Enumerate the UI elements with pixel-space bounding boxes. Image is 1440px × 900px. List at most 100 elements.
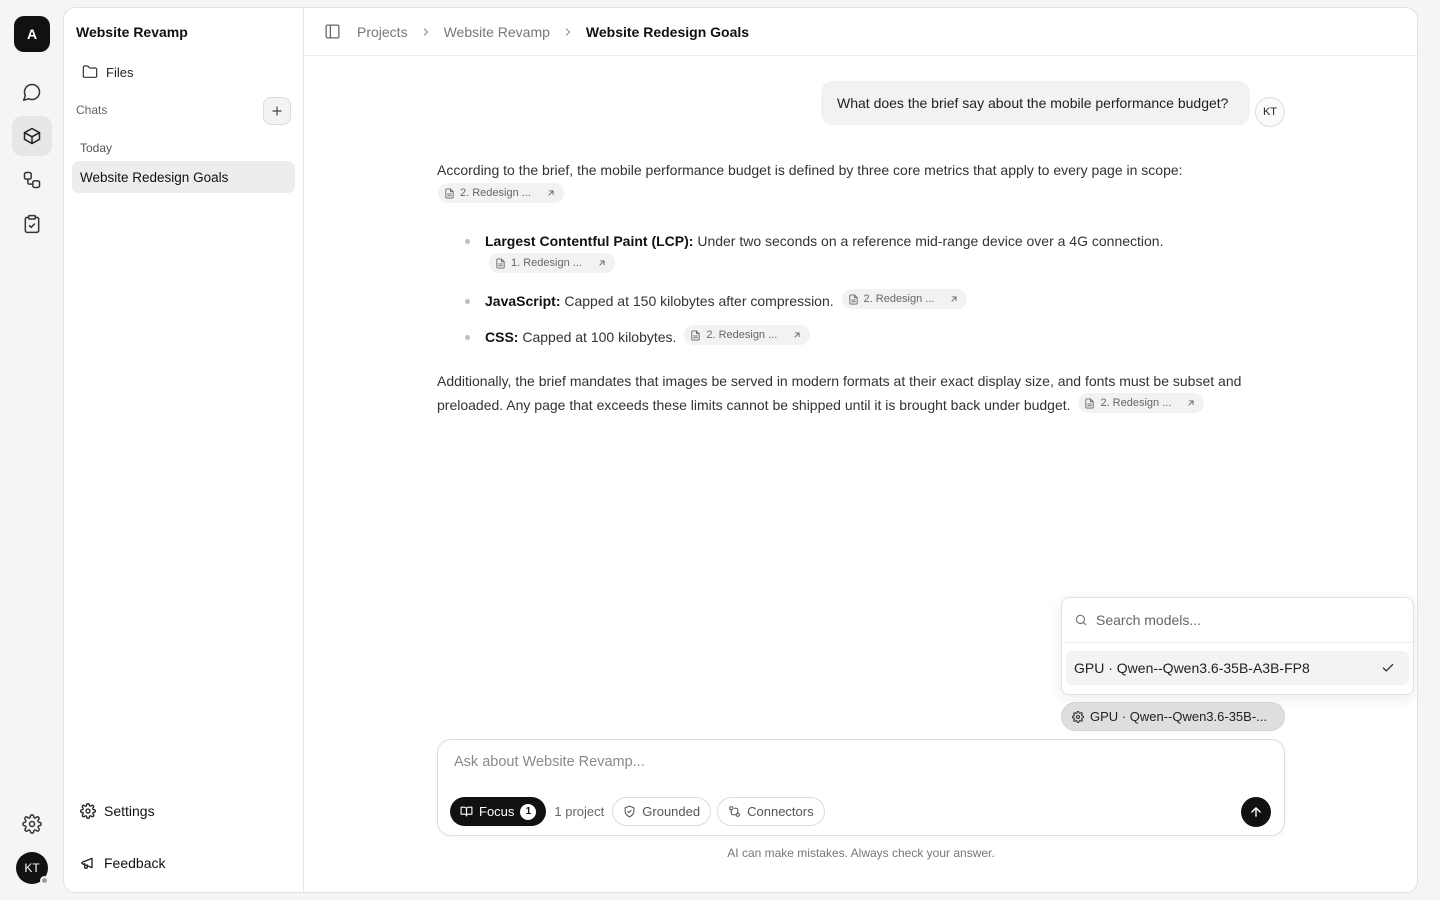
- list-item: Largest Contentful Paint (LCP): Under tw…: [465, 229, 1277, 277]
- grounded-label: Grounded: [642, 804, 701, 819]
- connectors-button[interactable]: Connectors: [717, 797, 825, 826]
- breadcrumb-project[interactable]: Website Revamp: [444, 24, 550, 40]
- app-logo[interactable]: A: [14, 16, 50, 52]
- chats-section-label: Chats: [76, 103, 108, 117]
- citation-chip[interactable]: 2. Redesign ...: [841, 289, 968, 309]
- bullet-text: Capped at 150 kilobytes after compressio…: [564, 292, 834, 309]
- document-icon: [848, 293, 859, 305]
- user-initials: KT: [24, 861, 40, 875]
- message-composer: Focus 1 1 project Grounded Connectors: [437, 739, 1285, 836]
- megaphone-icon: [80, 855, 96, 871]
- external-link-icon: [949, 294, 959, 304]
- model-search-input[interactable]: [1096, 612, 1386, 628]
- workflow-icon: [22, 170, 42, 190]
- model-chip-label: GPU · Qwen--Qwen3.6-35B-...: [1090, 709, 1267, 724]
- citation-label: 2. Redesign ...: [706, 329, 778, 341]
- user-avatar-button[interactable]: KT: [16, 852, 49, 885]
- model-option-label: GPU · Qwen--Qwen3.6-35B-A3B-FP8: [1074, 660, 1310, 676]
- connectors-label: Connectors: [747, 804, 814, 819]
- ai-disclaimer: AI can make mistakes. Always check your …: [727, 846, 995, 860]
- document-icon: [1084, 397, 1095, 409]
- sidebar-toggle-icon[interactable]: [324, 23, 341, 40]
- citation-label: 1. Redesign ...: [511, 257, 582, 269]
- folder-icon: [82, 64, 98, 80]
- chevron-right-icon: [562, 26, 574, 38]
- focus-count-badge: 1: [520, 803, 537, 820]
- project-sidebar: Website Revamp Files Chats Today Website…: [64, 8, 304, 892]
- model-picker-dropdown: GPU · Qwen--Qwen3.6-35B-A3B-FP8: [1061, 597, 1414, 695]
- book-open-icon: [460, 805, 473, 818]
- settings-link[interactable]: Settings: [80, 800, 155, 822]
- external-link-icon: [597, 258, 607, 268]
- grounded-toggle[interactable]: Grounded: [612, 797, 712, 826]
- breadcrumb: Projects Website Revamp Website Redesign…: [357, 24, 749, 40]
- document-icon: [495, 257, 506, 269]
- user-message-bubble: What does the brief say about the mobile…: [821, 81, 1250, 125]
- chip-gear-icon: [1072, 710, 1084, 723]
- files-label: Files: [106, 64, 134, 80]
- check-icon: [1381, 661, 1395, 675]
- date-group-label: Today: [80, 141, 113, 155]
- rail-workflows-button[interactable]: [12, 160, 52, 200]
- focus-button[interactable]: Focus 1: [450, 797, 547, 826]
- rail-tasks-button[interactable]: [12, 204, 52, 244]
- focus-label: Focus: [479, 804, 515, 819]
- model-selector-button[interactable]: GPU · Qwen--Qwen3.6-35B-...: [1061, 702, 1285, 731]
- document-icon: [690, 329, 701, 341]
- document-icon: [444, 187, 455, 199]
- chevron-right-icon: [420, 26, 432, 38]
- rail-settings-button[interactable]: [12, 804, 52, 844]
- list-item: CSS: Capped at 100 kilobytes. 2. Redesig…: [465, 325, 1277, 349]
- composer-toolbar: Focus 1 1 project Grounded Connectors: [450, 797, 825, 826]
- feedback-link[interactable]: Feedback: [80, 852, 165, 874]
- citation-chip[interactable]: 2. Redesign ...: [1078, 393, 1205, 413]
- answer-bullet-list: Largest Contentful Paint (LCP): Under tw…: [465, 229, 1277, 349]
- citation-chip[interactable]: 2. Redesign ...: [438, 183, 564, 203]
- answer-intro-text: According to the brief, the mobile perfo…: [437, 162, 1183, 178]
- settings-label: Settings: [104, 803, 155, 819]
- breadcrumb-current-chat: Website Redesign Goals: [585, 23, 750, 40]
- bullet-text: Under two seconds on a reference mid-ran…: [697, 232, 1164, 249]
- citation-chip[interactable]: 1. Redesign ...: [489, 253, 615, 273]
- model-search-row: [1062, 598, 1413, 643]
- gear-icon: [80, 803, 96, 819]
- user-initials: KT: [1262, 106, 1278, 118]
- rail-chat-button[interactable]: [12, 72, 52, 112]
- presence-status-dot: [40, 876, 49, 885]
- citation-chip[interactable]: 2. Redesign ...: [684, 325, 811, 345]
- message-circle-icon: [22, 82, 42, 102]
- new-chat-button[interactable]: [263, 97, 291, 125]
- bullet-label: CSS:: [485, 328, 519, 345]
- citation-label: 2. Redesign ...: [460, 187, 531, 199]
- assistant-answer: According to the brief, the mobile perfo…: [437, 158, 1277, 417]
- icon-rail: A KT: [0, 0, 64, 900]
- files-link[interactable]: Files: [76, 60, 286, 84]
- search-icon: [1074, 613, 1088, 627]
- top-header: Projects Website Revamp Website Redesign…: [304, 8, 1417, 56]
- project-count-label: 1 project: [554, 804, 605, 819]
- external-link-icon: [792, 330, 802, 340]
- citation-label: 2. Redesign ...: [1100, 397, 1172, 409]
- external-link-icon: [546, 188, 556, 198]
- cube-icon: [22, 126, 42, 146]
- user-message-text: What does the brief say about the mobile…: [837, 95, 1229, 111]
- answer-intro: According to the brief, the mobile perfo…: [437, 158, 1277, 207]
- main-panel: Website Revamp Files Chats Today Website…: [63, 7, 1418, 893]
- bullet-label: JavaScript:: [485, 292, 561, 309]
- breadcrumb-projects[interactable]: Projects: [357, 24, 408, 40]
- feedback-label: Feedback: [104, 855, 166, 871]
- citation-label: 2. Redesign ...: [863, 293, 935, 305]
- chat-title: Website Redesign Goals: [80, 169, 229, 185]
- gear-icon: [22, 814, 42, 834]
- external-link-icon: [1186, 398, 1196, 408]
- arrow-up-icon: [1249, 805, 1263, 819]
- message-input[interactable]: [454, 754, 1234, 778]
- list-item: JavaScript: Capped at 150 kilobytes afte…: [465, 289, 1277, 313]
- send-button[interactable]: [1241, 797, 1271, 827]
- rail-projects-button[interactable]: [12, 116, 52, 156]
- model-option[interactable]: GPU · Qwen--Qwen3.6-35B-A3B-FP8: [1066, 651, 1409, 685]
- clipboard-check-icon: [22, 214, 42, 234]
- plus-icon: [270, 104, 284, 118]
- chat-list-item[interactable]: Website Redesign Goals: [72, 161, 295, 193]
- bullet-label: Largest Contentful Paint (LCP):: [485, 232, 694, 249]
